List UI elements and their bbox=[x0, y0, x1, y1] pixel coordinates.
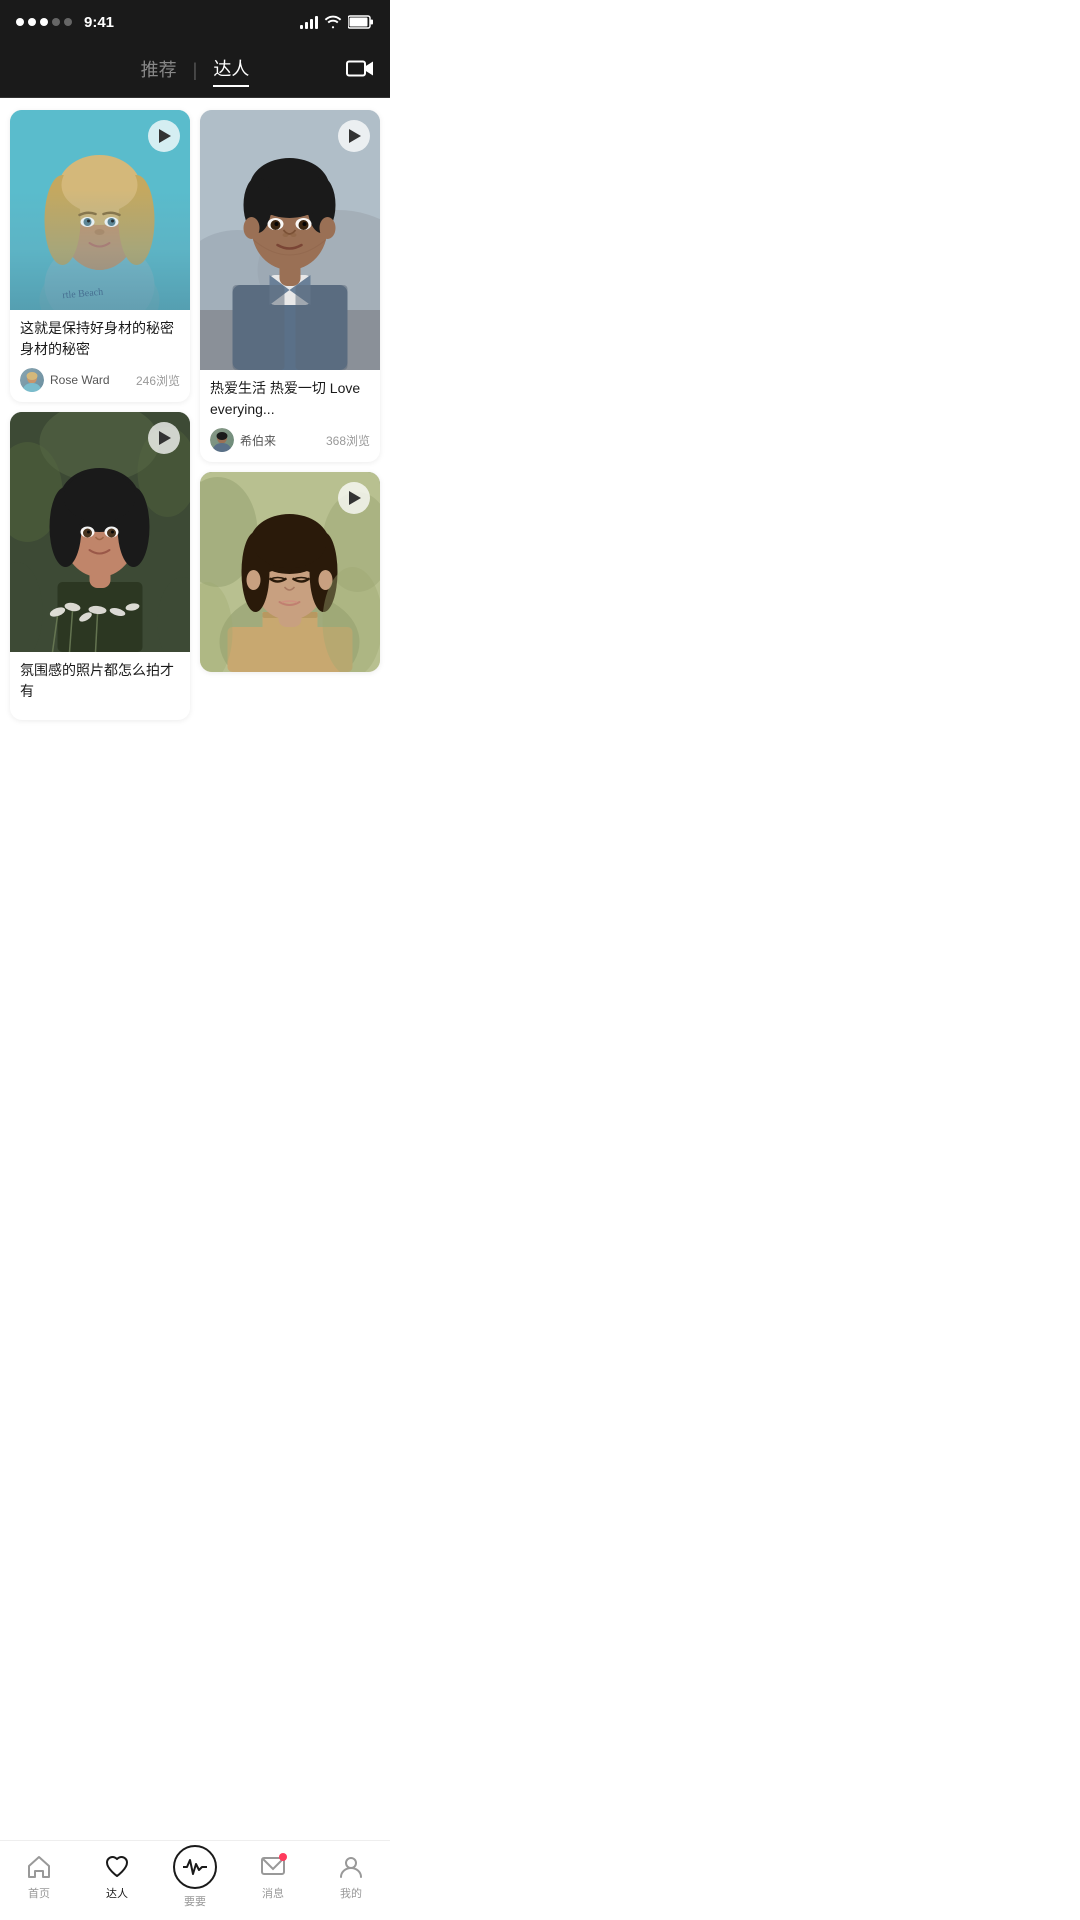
tab-mine[interactable]: 我的 bbox=[312, 1853, 390, 1909]
card-2-body: 热爱生活 热爱一切 Love everying... bbox=[200, 370, 380, 462]
wifi-icon bbox=[324, 15, 342, 29]
dot4 bbox=[52, 18, 60, 26]
message-notif-dot bbox=[279, 1853, 287, 1861]
card-2-meta: 希伯来 368浏览 bbox=[210, 428, 370, 452]
tab-home-label: 首页 bbox=[28, 1885, 50, 1901]
card-4[interactable] bbox=[200, 472, 380, 672]
card-3-title: 氛围感的照片都怎么拍才有 bbox=[20, 660, 180, 702]
card-1-views: 246浏览 bbox=[136, 372, 180, 389]
card-2-avatar bbox=[210, 428, 234, 452]
tab-daren[interactable]: 达人 bbox=[213, 55, 249, 87]
play-button-3[interactable] bbox=[148, 422, 180, 454]
nav-tabs: 推荐 | 达人 bbox=[141, 55, 250, 87]
card-3[interactable]: 氛围感的照片都怎么拍才有 bbox=[10, 412, 190, 720]
play-button-4[interactable] bbox=[338, 482, 370, 514]
left-column: rtle Beach 这就是保持好身材的秘密身材的秘密 bbox=[10, 110, 190, 720]
home-icon bbox=[25, 1853, 53, 1881]
tab-yaoyo[interactable]: 要要 bbox=[156, 1845, 234, 1917]
card-1-author: Rose Ward bbox=[20, 368, 110, 392]
card-2-views: 368浏览 bbox=[326, 432, 370, 449]
heart-icon bbox=[103, 1853, 131, 1881]
status-bar: 9:41 bbox=[0, 0, 390, 44]
card-2-title: 热爱生活 热爱一切 Love everying... bbox=[210, 378, 370, 420]
card-2[interactable]: 热爱生活 热爱一切 Love everying... bbox=[200, 110, 380, 462]
bottom-tab-bar: 首页 达人 要要 消息 bbox=[0, 1840, 390, 1920]
card-1-body: 这就是保持好身材的秘密身材的秘密 bbox=[10, 310, 190, 402]
card-3-body: 氛围感的照片都怎么拍才有 bbox=[10, 652, 190, 720]
status-right bbox=[300, 15, 374, 29]
tab-mine-label: 我的 bbox=[340, 1885, 362, 1901]
pulse-icon bbox=[173, 1845, 217, 1889]
card-2-image bbox=[200, 110, 380, 370]
dot5 bbox=[64, 18, 72, 26]
tab-message[interactable]: 消息 bbox=[234, 1853, 312, 1909]
dot2 bbox=[28, 18, 36, 26]
play-button-1[interactable] bbox=[148, 120, 180, 152]
content-grid: rtle Beach 这就是保持好身材的秘密身材的秘密 bbox=[0, 98, 390, 732]
play-button-2[interactable] bbox=[338, 120, 370, 152]
right-column: 热爱生活 热爱一切 Love everying... bbox=[200, 110, 380, 720]
user-icon bbox=[337, 1853, 365, 1881]
dot3 bbox=[40, 18, 48, 26]
card-1-image: rtle Beach bbox=[10, 110, 190, 310]
card-1-title: 这就是保持好身材的秘密身材的秘密 bbox=[20, 318, 180, 360]
card-1-author-name: Rose Ward bbox=[50, 373, 110, 387]
nav-divider: | bbox=[193, 60, 198, 81]
card-4-image bbox=[200, 472, 380, 672]
card-1[interactable]: rtle Beach 这就是保持好身材的秘密身材的秘密 bbox=[10, 110, 190, 402]
tab-yaoyo-label: 要要 bbox=[184, 1893, 206, 1909]
signal-icon bbox=[300, 15, 318, 29]
content-wrapper: rtle Beach 这就是保持好身材的秘密身材的秘密 bbox=[0, 98, 390, 817]
tab-daren[interactable]: 达人 bbox=[78, 1853, 156, 1909]
tab-home[interactable]: 首页 bbox=[0, 1853, 78, 1909]
status-time: 9:41 bbox=[84, 14, 114, 31]
tab-recommend[interactable]: 推荐 bbox=[141, 56, 177, 86]
tab-message-label: 消息 bbox=[262, 1885, 284, 1901]
card-3-image bbox=[10, 412, 190, 652]
svg-text:rtle Beach: rtle Beach bbox=[62, 287, 104, 302]
status-left: 9:41 bbox=[16, 14, 114, 31]
card-2-author: 希伯来 bbox=[210, 428, 276, 452]
tab-daren-label: 达人 bbox=[106, 1885, 128, 1901]
card-2-author-name: 希伯来 bbox=[240, 432, 276, 449]
card-1-meta: Rose Ward 246浏览 bbox=[20, 368, 180, 392]
top-nav: 推荐 | 达人 bbox=[0, 44, 390, 98]
card-1-avatar bbox=[20, 368, 44, 392]
camera-button[interactable] bbox=[346, 57, 374, 84]
battery-icon bbox=[348, 15, 374, 29]
dot1 bbox=[16, 18, 24, 26]
message-icon bbox=[259, 1853, 287, 1881]
